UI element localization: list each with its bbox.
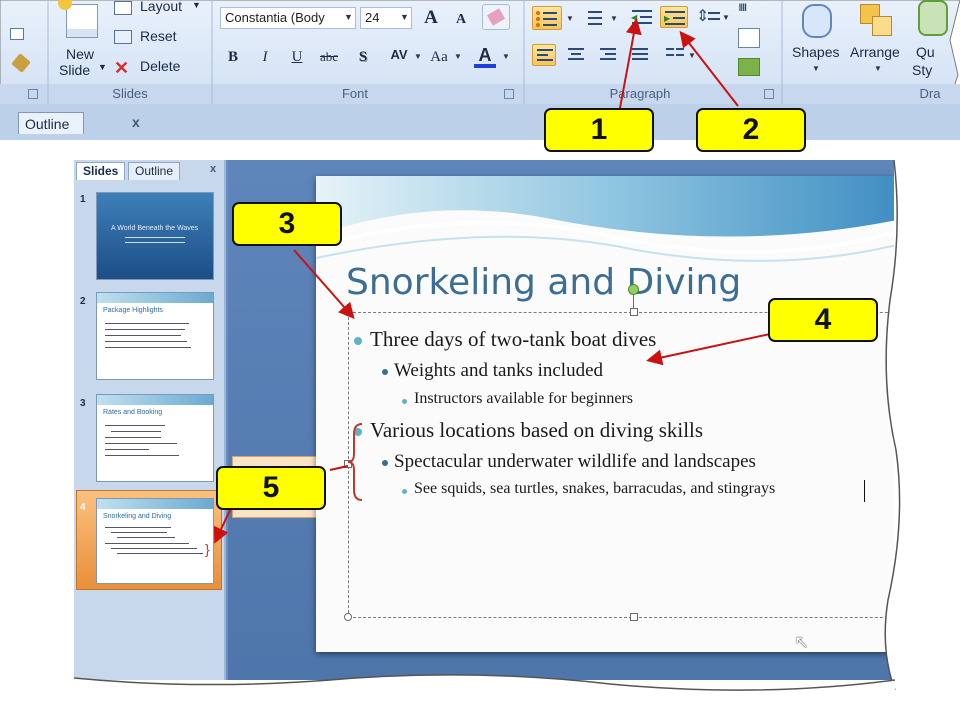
callout-4: 4 [768, 298, 878, 342]
annotation-arrows [213, 18, 771, 544]
callout-2: 2 [696, 108, 806, 152]
callout-1: 1 [544, 108, 654, 152]
callout-3: 3 [232, 202, 342, 246]
callout-5: 5 [216, 466, 326, 510]
